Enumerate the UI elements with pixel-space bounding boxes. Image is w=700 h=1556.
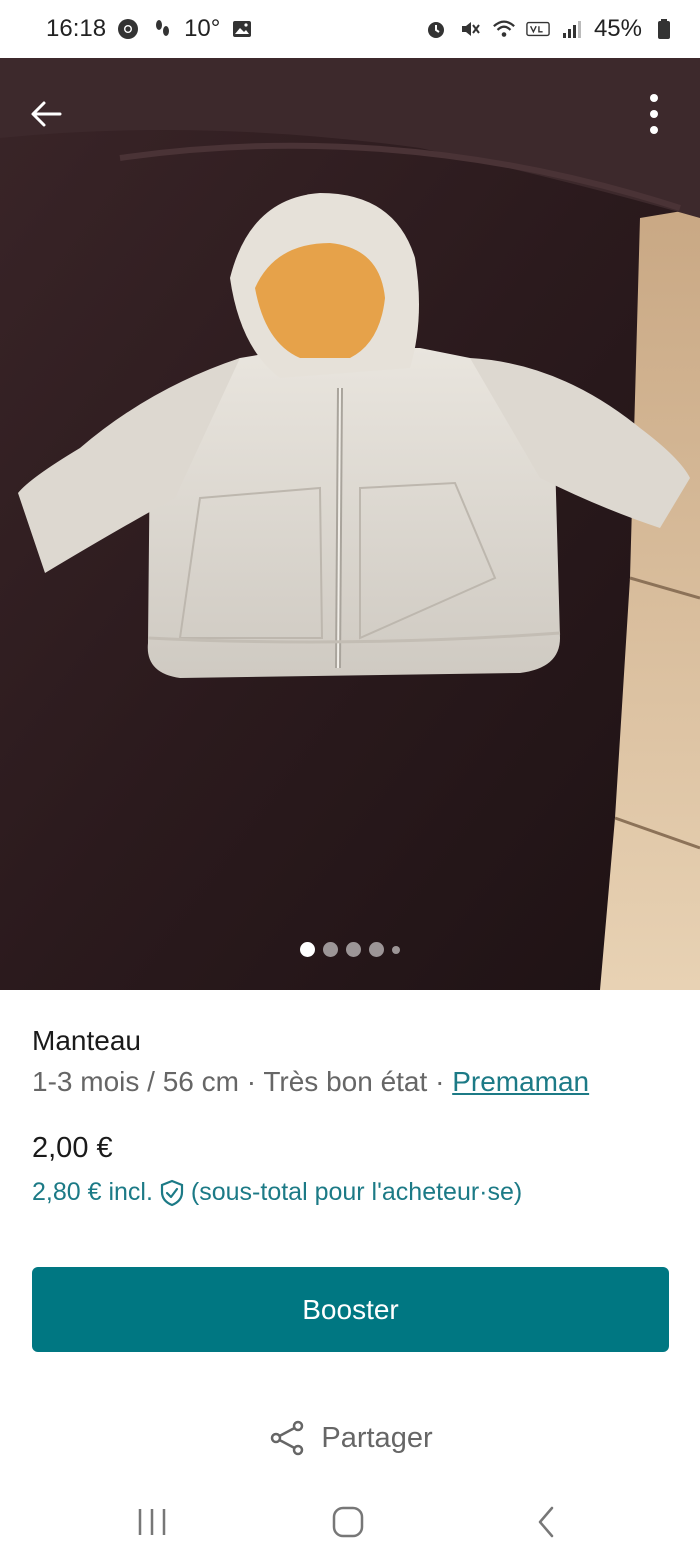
status-time: 16:18: [46, 15, 107, 42]
signal-icon: [560, 17, 584, 41]
item-condition: Très bon état: [263, 1066, 428, 1097]
item-size: 1-3 mois / 56 cm: [32, 1066, 239, 1097]
meta-separator: ·: [427, 1066, 453, 1097]
share-button[interactable]: Partager: [0, 1418, 700, 1458]
chrome-icon: [116, 17, 140, 41]
shield-check-icon: [160, 1179, 184, 1206]
recent-apps-icon: [138, 1509, 166, 1535]
battery-icon: [652, 17, 676, 41]
price-incl-amount: 2,80 € incl.: [32, 1178, 153, 1206]
status-right: 45%: [424, 15, 676, 43]
item-title: Manteau: [32, 1025, 141, 1056]
item-details: Manteau 1-3 mois / 56 cm · Très bon état…: [32, 1022, 672, 1104]
chevron-left-icon: [538, 1506, 554, 1538]
item-price: 2,00 €: [32, 1132, 113, 1164]
carousel-dot[interactable]: [369, 942, 384, 957]
item-brand-link[interactable]: Premaman: [452, 1066, 589, 1097]
status-left: 16:18 10°: [46, 15, 254, 43]
carousel-dot[interactable]: [392, 945, 400, 954]
status-battery-level: 45%: [593, 15, 642, 42]
meta-separator: ·: [238, 1066, 264, 1097]
carousel-dot[interactable]: [300, 942, 315, 957]
share-label: Partager: [321, 1421, 433, 1454]
more-vertical-icon: [650, 94, 658, 134]
status-temperature: 10°: [184, 15, 221, 42]
wifi-icon: [492, 17, 516, 41]
volte-icon: [526, 17, 550, 41]
nav-back-button[interactable]: [516, 1492, 576, 1552]
home-button[interactable]: [318, 1492, 378, 1552]
steps-icon: [150, 17, 174, 41]
arrow-left-icon: [31, 101, 62, 127]
status-bar: 16:18 10° 45%: [0, 0, 700, 58]
product-photo-carousel[interactable]: [0, 58, 700, 990]
carousel-indicator: [0, 942, 700, 957]
buyer-protection-price[interactable]: 2,80 € incl. (sous-total pour l'acheteur…: [32, 1178, 522, 1207]
booster-button[interactable]: Booster: [32, 1267, 669, 1352]
recent-apps-button[interactable]: [122, 1492, 182, 1552]
more-options-button[interactable]: [634, 88, 674, 140]
back-button[interactable]: [22, 90, 70, 138]
item-meta: 1-3 mois / 56 cm · Très bon état · Prema…: [32, 1060, 672, 1104]
mute-icon: [458, 17, 482, 41]
carousel-dot[interactable]: [323, 942, 338, 957]
carousel-dot[interactable]: [346, 942, 361, 957]
system-navigation-bar: [0, 1480, 700, 1556]
share-icon: [271, 1420, 304, 1456]
home-icon: [332, 1506, 364, 1538]
product-photo: [0, 58, 700, 990]
gallery-icon: [230, 17, 254, 41]
alarm-icon: [424, 17, 448, 41]
price-incl-note: (sous-total pour l'acheteur·se): [190, 1178, 523, 1206]
